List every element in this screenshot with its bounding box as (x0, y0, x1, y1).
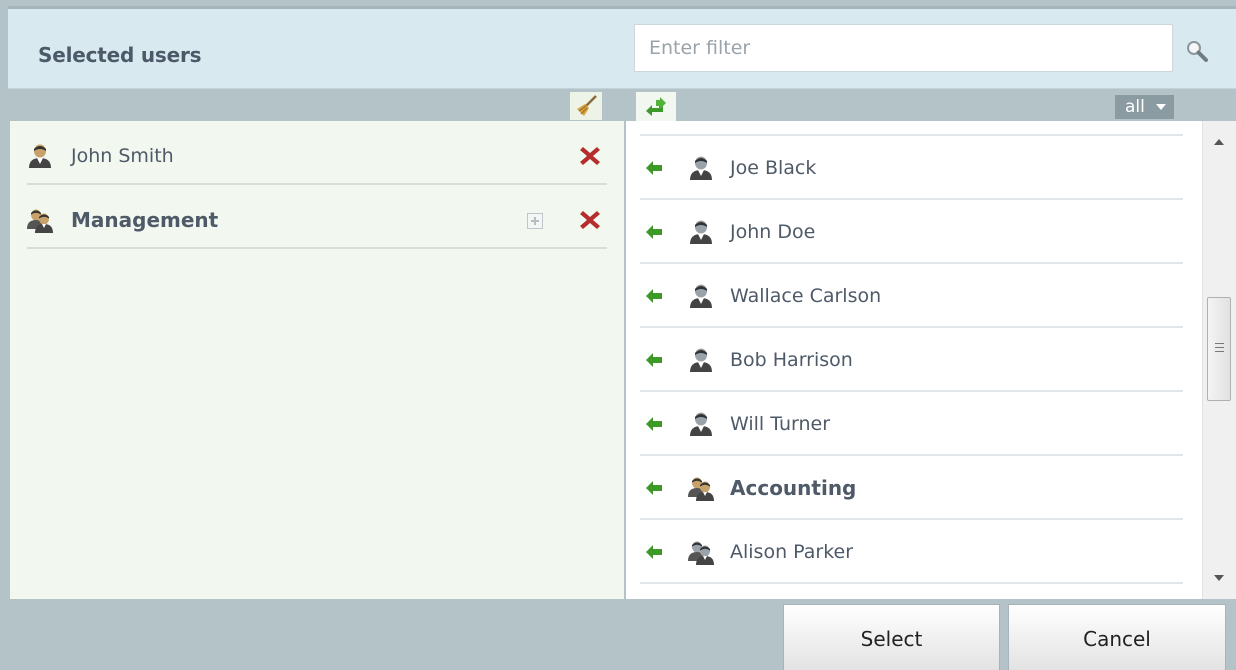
available-item-label: Bob Harrison (730, 349, 853, 371)
dialog-title: Selected users (38, 43, 202, 67)
available-item[interactable]: Bob Harrison (640, 326, 1183, 390)
available-item-label: Accounting (730, 476, 857, 500)
user-icon (688, 283, 714, 309)
available-item-label: Alison Parker (730, 541, 854, 563)
user-icon (688, 219, 714, 245)
filter-type-dropdown[interactable]: all (1115, 95, 1174, 119)
add-arrow-icon[interactable] (646, 225, 662, 239)
filter-input[interactable] (634, 24, 1173, 72)
scroll-down-icon[interactable] (1214, 575, 1224, 581)
expand-group-button[interactable] (527, 213, 543, 229)
available-item[interactable]: Will Turner (640, 390, 1183, 454)
chevron-down-icon (1156, 104, 1166, 110)
available-item[interactable]: Wallace Carlson (640, 262, 1183, 326)
available-item[interactable]: John Doe (640, 198, 1183, 262)
user-icon (688, 155, 714, 181)
clear-all-button[interactable] (570, 92, 602, 120)
selected-item: John Smith (27, 121, 607, 185)
group-icon (688, 475, 714, 501)
selected-item: Management (27, 185, 607, 249)
user-selector-dialog: Selected users all (8, 6, 1236, 670)
add-arrow-icon[interactable] (646, 161, 662, 175)
cancel-button[interactable]: Cancel (1008, 604, 1226, 670)
user-icon (688, 347, 714, 373)
search-icon[interactable] (1185, 39, 1209, 63)
selected-list: John Smith Management (10, 121, 624, 599)
available-item-label: Wallace Carlson (730, 285, 882, 307)
swap-arrows-icon (646, 96, 666, 116)
available-item-divider (640, 582, 1183, 599)
available-item[interactable]: Alison Parker (640, 518, 1183, 582)
list-toolbar: all (8, 91, 1236, 121)
scroll-up-icon[interactable] (1214, 139, 1224, 145)
available-item[interactable]: Accounting (640, 454, 1183, 518)
user-icon (688, 411, 714, 437)
remove-icon[interactable] (579, 145, 601, 167)
group-icon (27, 207, 53, 233)
add-arrow-icon[interactable] (646, 289, 662, 303)
add-all-button[interactable] (636, 92, 676, 121)
dialog-header: Selected users (8, 9, 1236, 89)
add-arrow-icon[interactable] (646, 481, 662, 495)
user-icon (27, 143, 53, 169)
group-icon (688, 539, 714, 565)
available-item-label: Joe Black (730, 157, 817, 179)
filter-type-value: all (1125, 97, 1145, 117)
add-arrow-icon[interactable] (646, 545, 662, 559)
selected-item-label: John Smith (71, 145, 174, 167)
available-item-label: Will Turner (730, 413, 831, 435)
add-arrow-icon[interactable] (646, 417, 662, 431)
available-item-label: John Doe (730, 221, 816, 243)
available-list-scrollbar[interactable] (1202, 121, 1236, 599)
available-item[interactable]: Joe Black (640, 134, 1183, 198)
add-arrow-icon[interactable] (646, 353, 662, 367)
broom-icon (577, 95, 597, 116)
select-button[interactable]: Select (783, 604, 1000, 670)
available-list: Joe Black John Doe Wallace Carlson Bob H… (626, 121, 1236, 599)
selected-item-label: Management (71, 208, 219, 232)
remove-icon[interactable] (579, 209, 601, 231)
scrollbar-thumb[interactable] (1207, 297, 1231, 401)
